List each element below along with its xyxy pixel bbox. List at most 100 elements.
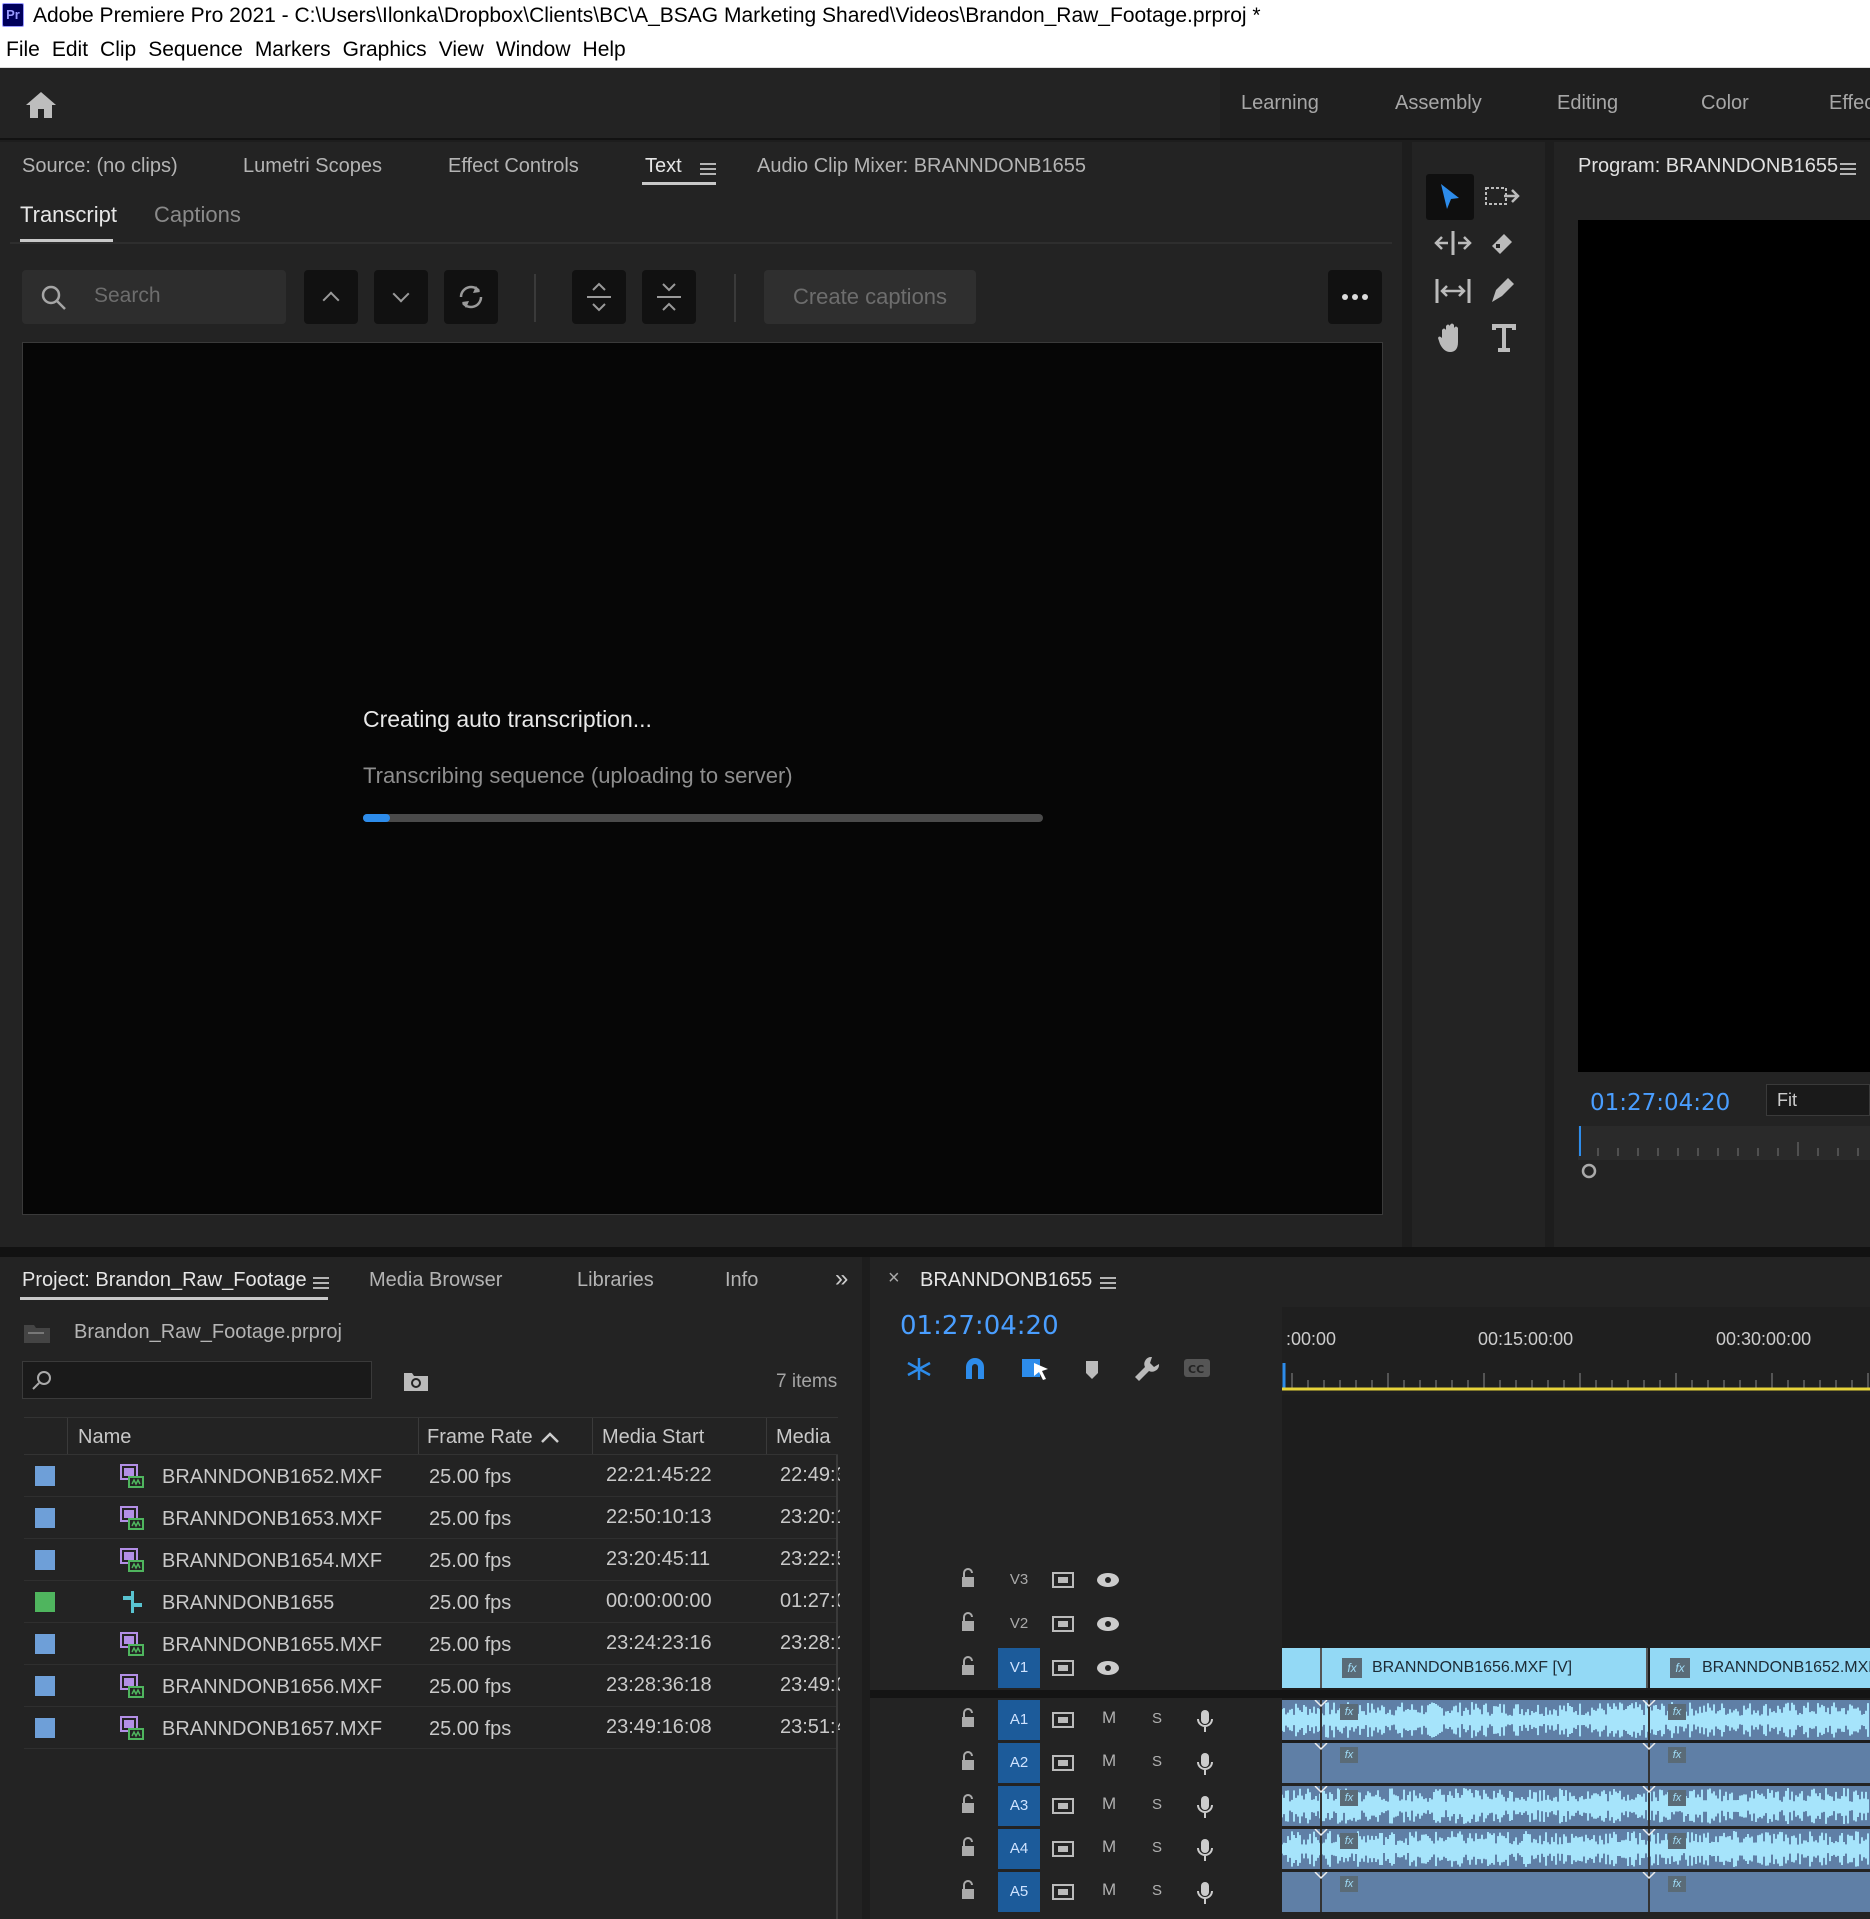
lock-icon[interactable] (960, 1837, 976, 1857)
more-options-button[interactable] (1328, 270, 1382, 324)
project-item-row[interactable]: BRANNDONB1657.MXF 25.00 fps 23:49:16:08 23:… (24, 1707, 840, 1749)
label-color-swatch[interactable] (34, 1675, 56, 1697)
captions-cc-icon[interactable]: CC (1182, 1357, 1212, 1379)
microphone-icon[interactable] (1196, 1880, 1214, 1906)
project-item-row[interactable]: BRANNDONB1653.MXF 25.00 fps 22:50:10:13 23:… (24, 1497, 840, 1539)
sync-lock-icon[interactable] (1052, 1841, 1074, 1857)
workspace-editing[interactable]: Editing (1557, 92, 1618, 115)
microphone-icon[interactable] (1196, 1837, 1214, 1863)
mute-button[interactable]: M (1102, 1708, 1116, 1728)
audio-clip-lane[interactable]: fx fx (1282, 1742, 1870, 1783)
column-media-end[interactable]: Media (776, 1426, 830, 1449)
tab-info[interactable]: Info (725, 1269, 758, 1292)
zoom-select[interactable]: Fit (1766, 1084, 1870, 1116)
track-label-v1[interactable]: V1 (998, 1648, 1040, 1688)
tab-libraries[interactable]: Libraries (577, 1269, 654, 1292)
column-divider[interactable] (418, 1418, 419, 1454)
lock-icon[interactable] (960, 1880, 976, 1900)
menu-edit[interactable]: Edit (46, 32, 94, 68)
label-column-header[interactable] (24, 1418, 68, 1454)
project-search-input[interactable] (22, 1361, 372, 1399)
pen-tool-icon[interactable] (1488, 274, 1518, 306)
track-label-v3[interactable]: V3 (998, 1560, 1040, 1600)
more-panels-icon[interactable]: » (835, 1265, 848, 1293)
panel-menu-icon[interactable] (700, 163, 716, 175)
project-item-row[interactable]: BRANNDONB1655.MXF 25.00 fps 23:24:23:16 23:… (24, 1623, 840, 1665)
mute-button[interactable]: M (1102, 1837, 1116, 1857)
subtab-transcript[interactable]: Transcript (20, 202, 117, 228)
tab-source[interactable]: Source: (no clips) (22, 155, 178, 178)
menu-clip[interactable]: Clip (94, 32, 142, 68)
eye-icon[interactable] (1096, 1571, 1120, 1589)
column-divider[interactable] (592, 1418, 593, 1454)
workspace-effects[interactable]: Effec (1829, 92, 1870, 115)
expand-all-button[interactable] (572, 270, 626, 324)
program-menu-icon[interactable] (1840, 163, 1856, 175)
project-item-row[interactable]: BRANNDONB1656.MXF 25.00 fps 23:28:36:18 23:… (24, 1665, 840, 1707)
solo-button[interactable]: S (1152, 1710, 1162, 1727)
tab-text[interactable]: Text (645, 155, 682, 178)
timeline-settings-wrench-icon[interactable] (1132, 1355, 1160, 1383)
menu-view[interactable]: View (433, 32, 490, 68)
audio-clip-lane[interactable]: fx fx (1281, 1828, 1870, 1869)
program-timecode[interactable]: 01:27:04:20 (1590, 1090, 1730, 1116)
search-input[interactable]: Search (22, 270, 286, 324)
eye-icon[interactable] (1096, 1659, 1120, 1677)
menu-markers[interactable]: Markers (249, 32, 337, 68)
menu-window[interactable]: Window (490, 32, 577, 68)
selection-tool-button[interactable] (1426, 174, 1474, 220)
menu-sequence[interactable]: Sequence (142, 32, 249, 68)
lock-icon[interactable] (960, 1794, 976, 1814)
slip-tool-icon[interactable] (1434, 276, 1472, 306)
mute-button[interactable]: M (1102, 1880, 1116, 1900)
project-item-row[interactable]: BRANNDONB1652.MXF 25.00 fps 22:21:45:22 22:… (24, 1455, 840, 1497)
sync-lock-icon[interactable] (1052, 1755, 1074, 1771)
track-label-a4[interactable]: A4 (998, 1829, 1040, 1869)
workspace-assembly[interactable]: Assembly (1395, 92, 1482, 115)
create-captions-button[interactable]: Create captions (764, 270, 976, 324)
program-scrubber[interactable] (1578, 1126, 1870, 1160)
next-result-button[interactable] (374, 270, 428, 324)
video-clip[interactable]: fx BRANNDONB1656.MXF [V] (1322, 1648, 1648, 1688)
microphone-icon[interactable] (1196, 1708, 1214, 1734)
solo-button[interactable]: S (1152, 1839, 1162, 1856)
label-color-swatch[interactable] (34, 1507, 56, 1529)
tab-audio-clip-mixer[interactable]: Audio Clip Mixer: BRANNDONB1655 (757, 155, 1086, 178)
column-media-start[interactable]: Media Start (602, 1426, 704, 1449)
collapse-all-button[interactable] (642, 270, 696, 324)
menu-file[interactable]: File (0, 32, 46, 68)
mute-button[interactable]: M (1102, 1794, 1116, 1814)
tab-lumetri-scopes[interactable]: Lumetri Scopes (243, 155, 382, 178)
track-label-a3[interactable]: A3 (998, 1786, 1040, 1826)
lock-icon[interactable] (960, 1612, 976, 1632)
tab-project[interactable]: Project: Brandon_Raw_Footage (22, 1269, 307, 1292)
sync-lock-icon[interactable] (1052, 1798, 1074, 1814)
solo-button[interactable]: S (1152, 1882, 1162, 1899)
audio-clip-lane[interactable]: fx fx (1281, 1699, 1870, 1740)
timeline-menu-icon[interactable] (1100, 1277, 1116, 1289)
track-label-v2[interactable]: V2 (998, 1604, 1040, 1644)
replace-button[interactable] (444, 270, 498, 324)
menu-help[interactable]: Help (577, 32, 632, 68)
microphone-icon[interactable] (1196, 1794, 1214, 1820)
sort-ascending-icon[interactable] (540, 1432, 560, 1444)
time-ruler[interactable]: :00:00 00:15:00:00 00:30:00:00 (1282, 1307, 1870, 1395)
hand-tool-icon[interactable] (1434, 320, 1470, 356)
project-item-row[interactable]: BRANNDONB1655 25.00 fps 00:00:00:00 01:27:0 (24, 1581, 840, 1623)
mute-button[interactable]: M (1102, 1751, 1116, 1771)
tab-effect-controls[interactable]: Effect Controls (448, 155, 579, 178)
subtab-captions[interactable]: Captions (154, 202, 241, 228)
workspace-color[interactable]: Color (1701, 92, 1749, 115)
track-label-a5[interactable]: A5 (998, 1872, 1040, 1912)
sync-lock-icon[interactable] (1052, 1572, 1074, 1588)
tab-media-browser[interactable]: Media Browser (369, 1269, 502, 1292)
ripple-edit-icon[interactable] (1434, 228, 1472, 258)
audio-clip-lane[interactable]: fx fx (1282, 1871, 1870, 1912)
eye-icon[interactable] (1096, 1615, 1120, 1633)
microphone-icon[interactable] (1196, 1751, 1214, 1777)
home-icon[interactable] (24, 90, 58, 120)
label-color-swatch[interactable] (34, 1591, 56, 1613)
add-marker-icon[interactable] (1082, 1357, 1102, 1381)
lock-icon[interactable] (960, 1708, 976, 1728)
video-clip-lead[interactable] (1282, 1648, 1322, 1688)
